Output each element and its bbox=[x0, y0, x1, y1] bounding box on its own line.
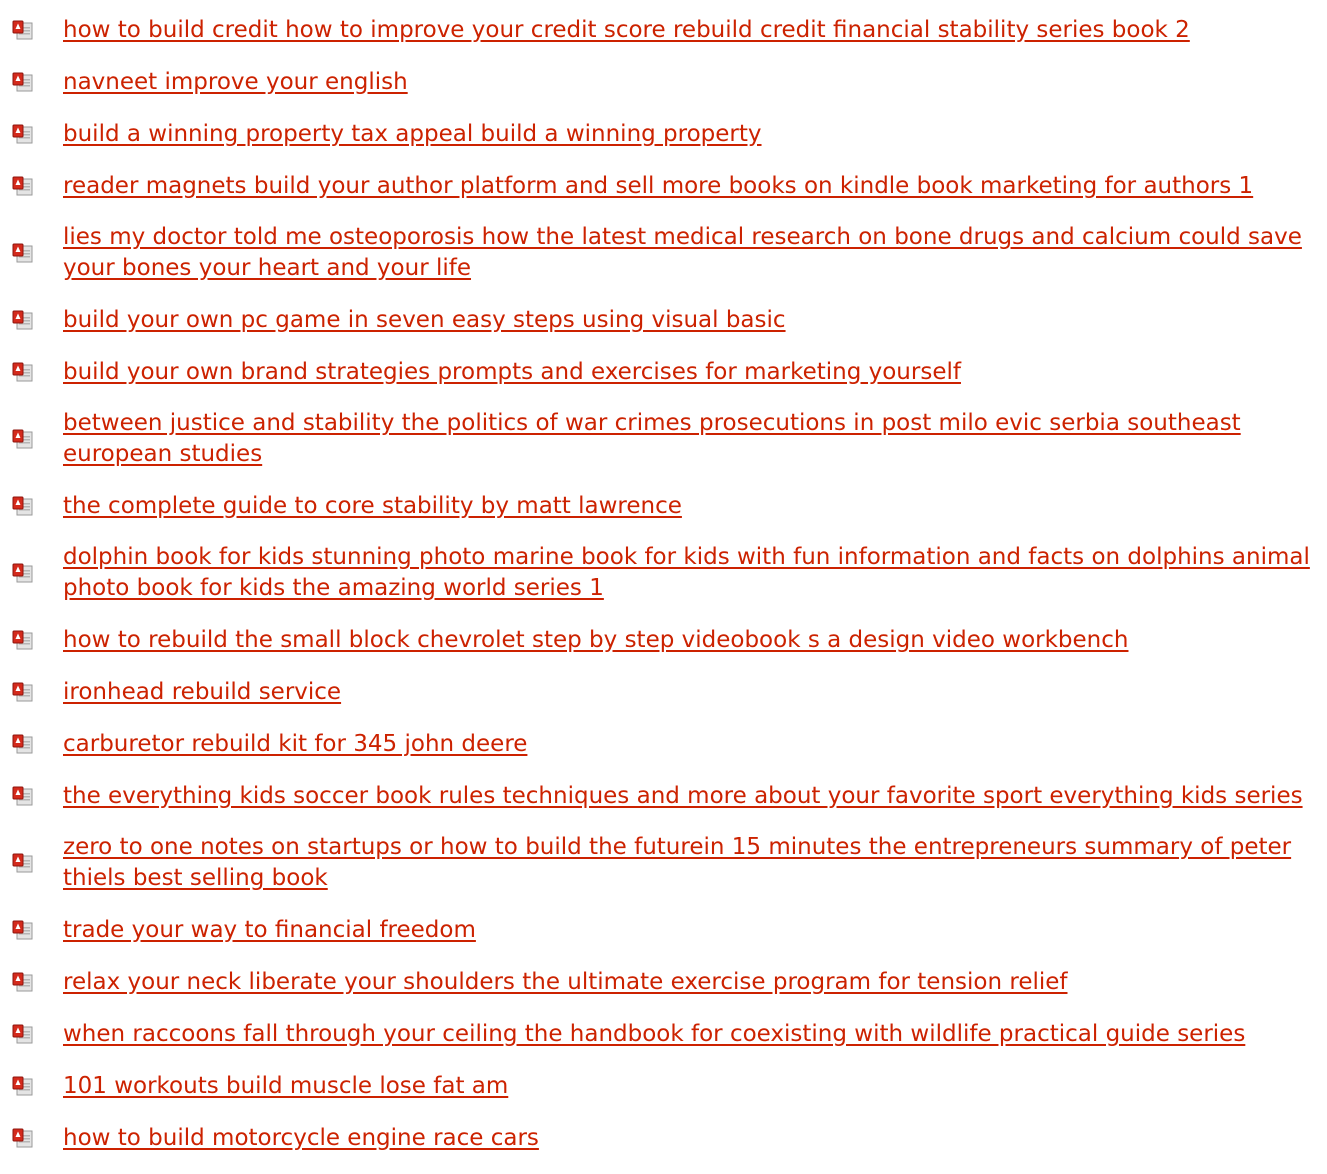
pdf-file-icon bbox=[12, 362, 34, 382]
book-link[interactable]: dolphin book for kids stunning photo mar… bbox=[63, 542, 1327, 604]
pdf-file-icon bbox=[12, 429, 34, 449]
pdf-file-icon bbox=[12, 734, 34, 754]
list-item: navneet improve your english bbox=[0, 66, 1327, 98]
pdf-file-icon bbox=[12, 243, 34, 263]
list-item: ironhead rebuild service bbox=[0, 676, 1327, 708]
book-link[interactable]: build a winning property tax appeal buil… bbox=[63, 119, 762, 150]
list-item: carburetor rebuild kit for 345 john deer… bbox=[0, 728, 1327, 760]
book-link[interactable]: when raccoons fall through your ceiling … bbox=[63, 1019, 1245, 1050]
book-link[interactable]: lies my doctor told me osteoporosis how … bbox=[63, 222, 1327, 284]
list-item: how to rebuild the small block chevrolet… bbox=[0, 624, 1327, 656]
pdf-file-icon bbox=[12, 310, 34, 330]
pdf-file-icon bbox=[12, 20, 34, 40]
book-link[interactable]: trade your way to financial freedom bbox=[63, 915, 476, 946]
book-link[interactable]: how to build motorcycle engine race cars bbox=[63, 1123, 539, 1154]
list-item: build your own pc game in seven easy ste… bbox=[0, 304, 1327, 336]
pdf-file-icon bbox=[12, 1024, 34, 1044]
list-item: the everything kids soccer book rules te… bbox=[0, 780, 1327, 812]
book-link[interactable]: reader magnets build your author platfor… bbox=[63, 171, 1253, 202]
book-link[interactable]: how to rebuild the small block chevrolet… bbox=[63, 625, 1128, 656]
pdf-file-icon bbox=[12, 1128, 34, 1148]
list-item: lies my doctor told me osteoporosis how … bbox=[0, 222, 1327, 284]
pdf-file-icon bbox=[12, 563, 34, 583]
list-item: relax your neck liberate your shoulders … bbox=[0, 966, 1327, 998]
book-link[interactable]: relax your neck liberate your shoulders … bbox=[63, 967, 1068, 998]
book-link[interactable]: ironhead rebuild service bbox=[63, 677, 341, 708]
book-link[interactable]: build your own brand strategies prompts … bbox=[63, 357, 961, 388]
pdf-file-icon bbox=[12, 853, 34, 873]
book-link[interactable]: 101 workouts build muscle lose fat am bbox=[63, 1071, 508, 1102]
list-item: 101 workouts build muscle lose fat am bbox=[0, 1070, 1327, 1102]
book-link[interactable]: build your own pc game in seven easy ste… bbox=[63, 305, 786, 336]
list-item: when raccoons fall through your ceiling … bbox=[0, 1018, 1327, 1050]
pdf-file-icon bbox=[12, 920, 34, 940]
list-item: trade your way to financial freedom bbox=[0, 914, 1327, 946]
pdf-file-icon bbox=[12, 682, 34, 702]
list-item: dolphin book for kids stunning photo mar… bbox=[0, 542, 1327, 604]
pdf-file-icon bbox=[12, 630, 34, 650]
list-item: how to build motorcycle engine race cars bbox=[0, 1122, 1327, 1154]
list-item: build your own brand strategies prompts … bbox=[0, 356, 1327, 388]
book-link[interactable]: the complete guide to core stability by … bbox=[63, 491, 682, 522]
pdf-file-icon bbox=[12, 176, 34, 196]
book-link[interactable]: between justice and stability the politi… bbox=[63, 408, 1327, 470]
list-item: how to build credit how to improve your … bbox=[0, 14, 1327, 46]
list-item: reader magnets build your author platfor… bbox=[0, 170, 1327, 202]
book-link[interactable]: the everything kids soccer book rules te… bbox=[63, 781, 1303, 812]
list-item: the complete guide to core stability by … bbox=[0, 490, 1327, 522]
pdf-link-list: how to build credit how to improve your … bbox=[0, 14, 1327, 1174]
book-link[interactable]: carburetor rebuild kit for 345 john deer… bbox=[63, 729, 527, 760]
list-item: between justice and stability the politi… bbox=[0, 408, 1327, 470]
book-link[interactable]: zero to one notes on startups or how to … bbox=[63, 832, 1327, 894]
pdf-file-icon bbox=[12, 1076, 34, 1096]
book-link[interactable]: navneet improve your english bbox=[63, 67, 408, 98]
list-item: zero to one notes on startups or how to … bbox=[0, 832, 1327, 894]
pdf-file-icon bbox=[12, 496, 34, 516]
list-item: build a winning property tax appeal buil… bbox=[0, 118, 1327, 150]
pdf-file-icon bbox=[12, 972, 34, 992]
pdf-file-icon bbox=[12, 124, 34, 144]
pdf-file-icon bbox=[12, 72, 34, 92]
pdf-file-icon bbox=[12, 786, 34, 806]
book-link[interactable]: how to build credit how to improve your … bbox=[63, 15, 1190, 46]
